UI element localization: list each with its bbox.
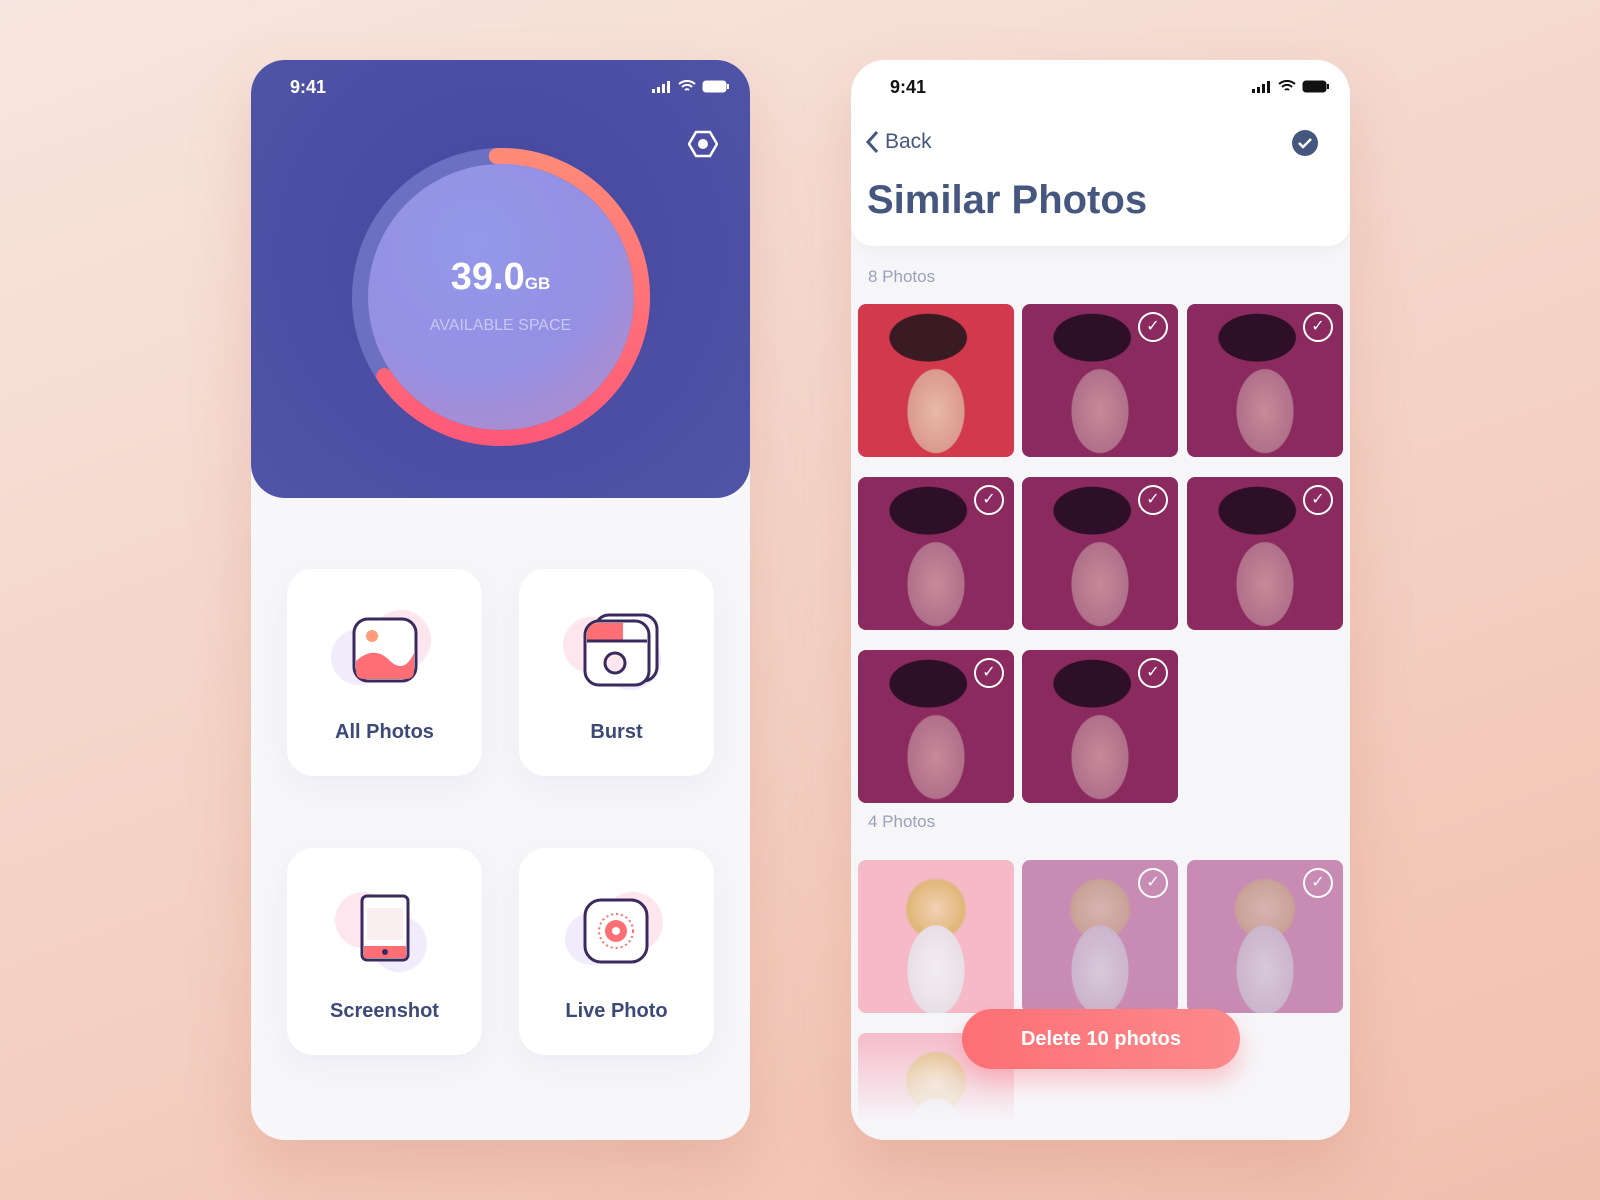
chevron-left-icon: [865, 130, 879, 154]
status-time: 9:41: [290, 77, 327, 97]
group-label: 4 Photos: [868, 812, 936, 831]
status-icons: [1252, 80, 1330, 93]
wifi-icon: [1278, 80, 1296, 91]
category-all-photos[interactable]: All Photos: [287, 569, 482, 776]
storage-label: AVAILABLE SPACE: [429, 317, 572, 334]
select-all-check-icon[interactable]: [1292, 130, 1318, 156]
selected-check-icon[interactable]: ✓: [974, 485, 1004, 515]
page-title: Similar Photos: [867, 178, 1148, 222]
burst-icon: [563, 613, 661, 690]
storage-header: 9:41 39.0GB AVAILABLE SPACE: [251, 60, 750, 498]
delete-photos-button[interactable]: Delete 10 photos: [962, 1009, 1240, 1069]
battery-icon: [1302, 80, 1329, 93]
photo-thumbnail[interactable]: ✓: [1022, 304, 1178, 457]
signal-icon: [1252, 80, 1270, 93]
category-label: Live Photo: [565, 1000, 668, 1022]
selected-check-icon[interactable]: ✓: [974, 658, 1004, 688]
category-screenshot[interactable]: Screenshot: [287, 848, 482, 1055]
settings-icon[interactable]: [688, 130, 718, 158]
photo-thumbnail[interactable]: [858, 304, 1014, 457]
category-label: All Photos: [335, 721, 434, 743]
battery-icon: [702, 80, 729, 93]
storage-screen: 9:41 39.0GB AVAILABLE SPACE All Photos B…: [251, 60, 750, 1140]
similar-photos-screen: 9:41 Back Similar Photos 8 Photos ✓ ✓ ✓ ✓ ✓ ✓ ✓…: [851, 60, 1350, 1140]
photo-thumbnail[interactable]: ✓: [1187, 477, 1343, 630]
selected-check-icon[interactable]: ✓: [1138, 485, 1168, 515]
photo-thumbnail[interactable]: ✓: [1187, 860, 1343, 1013]
status-icons: [652, 80, 730, 93]
live-photo-icon: [565, 892, 663, 965]
category-label: Screenshot: [330, 1000, 439, 1022]
signal-icon: [652, 80, 670, 93]
category-live-photo[interactable]: Live Photo: [519, 848, 714, 1055]
phone-screenshot-icon: [335, 892, 427, 972]
category-burst[interactable]: Burst: [519, 569, 714, 776]
back-button[interactable]: Back: [865, 130, 932, 154]
storage-number: 39.0: [450, 256, 525, 298]
selected-check-icon[interactable]: ✓: [1303, 868, 1333, 898]
photo-thumbnail[interactable]: ✓: [858, 650, 1014, 803]
image-icon: [331, 610, 431, 685]
wifi-icon: [678, 80, 696, 91]
selected-check-icon[interactable]: ✓: [1303, 485, 1333, 515]
photo-thumbnail[interactable]: ✓: [858, 477, 1014, 630]
selected-check-icon[interactable]: ✓: [1138, 868, 1168, 898]
photo-thumbnail[interactable]: ✓: [1022, 477, 1178, 630]
selected-check-icon[interactable]: ✓: [1303, 312, 1333, 342]
photo-thumbnail[interactable]: ✓: [1022, 860, 1178, 1013]
storage-value: 39.0GB: [251, 256, 750, 299]
photo-thumbnail[interactable]: [858, 860, 1014, 1013]
group-label: 8 Photos: [868, 267, 936, 286]
nav-header: 9:41 Back Similar Photos: [851, 60, 1350, 246]
back-label: Back: [885, 130, 932, 153]
photo-thumbnail[interactable]: ✓: [1187, 304, 1343, 457]
selected-check-icon[interactable]: ✓: [1138, 658, 1168, 688]
category-label: Burst: [590, 721, 643, 743]
photo-thumbnail[interactable]: ✓: [1022, 650, 1178, 803]
selected-check-icon[interactable]: ✓: [1138, 312, 1168, 342]
storage-unit: GB: [524, 274, 551, 293]
status-time: 9:41: [890, 77, 927, 97]
